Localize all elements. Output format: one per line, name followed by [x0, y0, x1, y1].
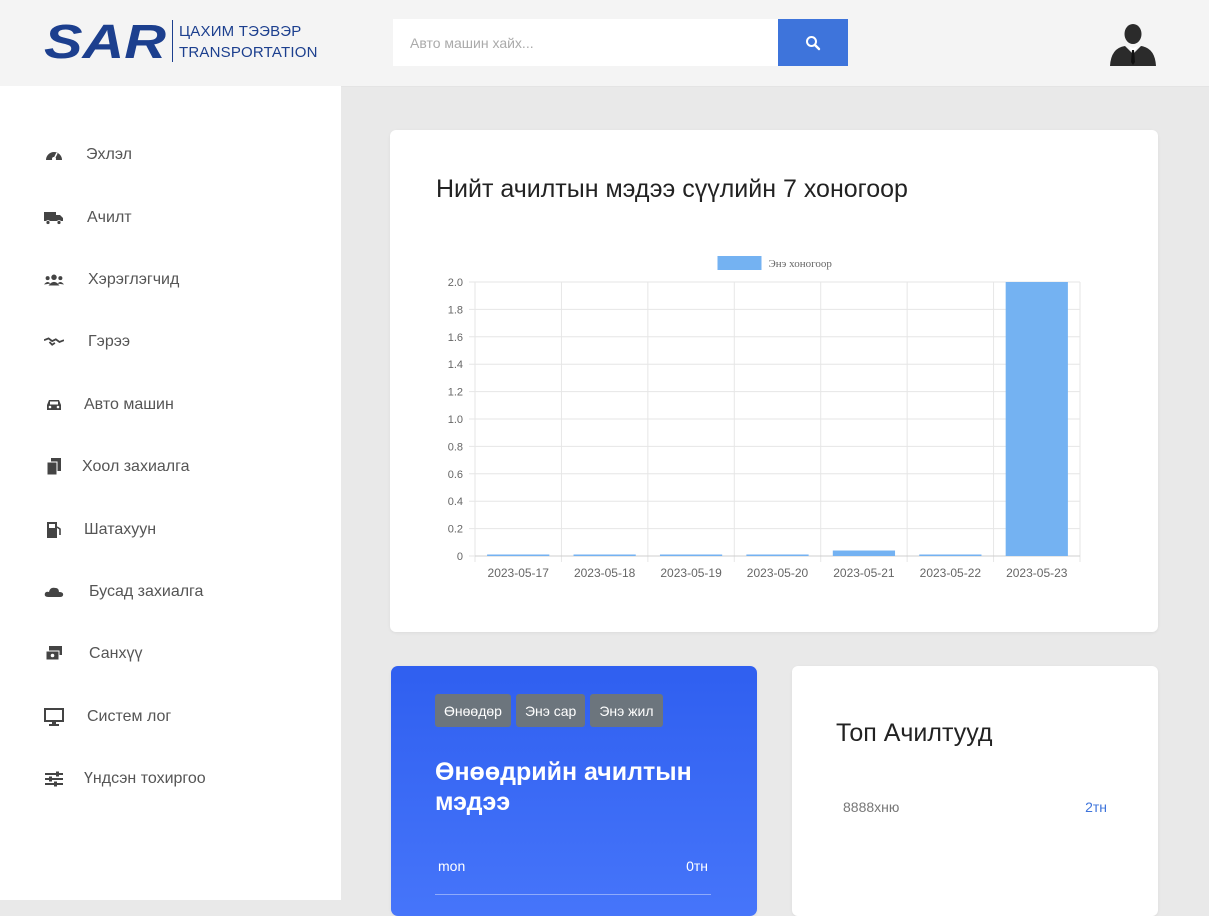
- logo-line-1: ЦАХИМ ТЭЭВЭР: [179, 23, 302, 40]
- search-input[interactable]: [393, 19, 778, 66]
- x-tick-label: 2023-05-19: [660, 566, 722, 580]
- bar: [487, 554, 550, 556]
- sidebar-nav: Эхлэл Ачилт Хэрэглэгчид Гэрээ Авто машин: [0, 124, 341, 810]
- weekly-shipments-chart: 0 0.2 0.4 0.6 0.8 1.0 1.2 1.4 1.6 1.8 2.0 2023-05-1…: [448, 256, 1081, 580]
- sidebar-item-label: Шатахуун: [84, 520, 157, 538]
- y-tick-label: 0.6: [448, 469, 463, 481]
- bar: [573, 554, 636, 556]
- money-icon: [44, 644, 64, 664]
- bar: [832, 550, 896, 556]
- today-card-title: Өнөөдрийн ачилтын мэдээ: [435, 758, 692, 816]
- users-icon: [44, 270, 64, 290]
- sidebar-item-label: Систем лог: [87, 707, 172, 725]
- x-tick-label: 2023-05-22: [920, 566, 982, 580]
- x-tick-label: 2023-05-20: [747, 566, 809, 580]
- sidebar-item-fuel[interactable]: Шатахуун: [0, 498, 341, 560]
- sidebar-item-food-orders[interactable]: Хоол захиалга: [0, 436, 341, 498]
- period-tabs: Өнөөдөр Энэ сар Энэ жил: [435, 694, 663, 727]
- tab-this-month[interactable]: Энэ сар: [515, 694, 586, 727]
- sidebar-item-system-log[interactable]: Систем лог: [0, 686, 341, 748]
- today-shipments-card: Өнөөдөр Энэ сар Энэ жил Өнөөдрийн ачилты…: [391, 666, 757, 916]
- item-name: mon: [438, 858, 466, 874]
- sidebar-item-label: Эхлэл: [86, 146, 132, 164]
- sidebar-item-label: Хэрэглэгчид: [88, 270, 180, 288]
- sidebar-item-label: Бусад захиалга: [89, 582, 204, 600]
- documents-icon: [44, 457, 64, 477]
- search-button[interactable]: [778, 19, 848, 66]
- top-shipments-card: Топ Ачилтууд 8888хню 2тн: [792, 666, 1158, 916]
- logo-divider: [172, 20, 173, 62]
- y-tick-label: 1.6: [448, 332, 463, 344]
- logo-line-2: TRANSPORTATION: [179, 44, 318, 61]
- monitor-icon: [44, 707, 64, 727]
- sidebar-item-label: Гэрээ: [88, 333, 131, 351]
- bar: [659, 554, 723, 556]
- sidebar-item-users[interactable]: Хэрэглэгчид: [0, 249, 341, 311]
- legend-swatch: [717, 256, 762, 270]
- x-tick-label: 2023-05-21: [833, 566, 895, 580]
- chart-card: Нийт ачилтын мэдээ сүүлийн 7 хоногоор 00…: [390, 130, 1158, 632]
- sidebar-item-label: Үндсэн тохиргоо: [84, 770, 206, 788]
- dashboard-gauge-icon: [44, 145, 64, 165]
- x-tick-label: 2023-05-18: [574, 566, 636, 580]
- sidebar-item-contracts[interactable]: Гэрээ: [0, 311, 341, 373]
- item-value: 0тн: [686, 858, 708, 874]
- y-tick-label: 1.0: [448, 414, 463, 426]
- y-tick-label: 0.8: [448, 441, 463, 453]
- logo-letters: SAR: [44, 20, 166, 60]
- sidebar-item-shipments[interactable]: Ачилт: [0, 186, 341, 248]
- y-tick-label: 1.4: [448, 359, 463, 371]
- handshake-icon: [44, 332, 64, 352]
- sidebar: SAR ЦАХИМ ТЭЭВЭР TRANSPORTATION Эхлэл Ач…: [0, 0, 342, 900]
- legend-label: Энэ хоногоор: [769, 258, 833, 270]
- item-name: 8888хню: [843, 799, 900, 815]
- topbar: [341, 0, 1209, 87]
- sliders-icon: [44, 769, 64, 789]
- list-item: mon 0тн: [438, 858, 708, 874]
- user-avatar-icon[interactable]: [1108, 20, 1158, 66]
- truck-icon: [44, 208, 64, 228]
- logo-mark-icon: SAR: [44, 20, 166, 60]
- divider: [435, 894, 711, 895]
- cloud-icon: [44, 582, 64, 602]
- x-tick-label: 2023-05-17: [488, 566, 550, 580]
- bar: [746, 554, 809, 556]
- y-tick-label: 0: [457, 551, 463, 563]
- sidebar-item-cars[interactable]: Авто машин: [0, 374, 341, 436]
- sidebar-item-label: Ачилт: [87, 208, 132, 226]
- y-tick-label: 2.0: [448, 277, 463, 289]
- list-item: 8888хню 2тн: [843, 799, 1107, 815]
- bar: [919, 554, 982, 556]
- sidebar-item-finance[interactable]: Санхүү: [0, 623, 341, 685]
- sidebar-item-settings[interactable]: Үндсэн тохиргоо: [0, 748, 341, 810]
- top-card-title: Топ Ачилтууд: [836, 719, 993, 747]
- sidebar-item-label: Санхүү: [89, 645, 143, 663]
- x-tick-label: 2023-05-23: [1006, 566, 1068, 580]
- sidebar-item-other-orders[interactable]: Бусад захиалга: [0, 561, 341, 623]
- tab-this-year[interactable]: Энэ жил: [590, 694, 663, 727]
- sidebar-item-label: Авто машин: [84, 395, 174, 413]
- sidebar-item-dashboard[interactable]: Эхлэл: [0, 124, 341, 186]
- logo[interactable]: SAR ЦАХИМ ТЭЭВЭР TRANSPORTATION: [0, 0, 342, 86]
- tab-today[interactable]: Өнөөдөр: [435, 694, 511, 727]
- item-value: 2тн: [1085, 799, 1107, 815]
- car-icon: [44, 395, 64, 415]
- sidebar-item-label: Хоол захиалга: [82, 458, 190, 476]
- gas-pump-icon: [44, 520, 64, 540]
- logo-text: ЦАХИМ ТЭЭВЭР TRANSPORTATION: [179, 21, 318, 63]
- y-tick-label: 0.2: [448, 524, 463, 536]
- y-tick-label: 1.2: [448, 387, 463, 399]
- y-tick-label: 1.8: [448, 304, 463, 316]
- search-icon: [806, 35, 821, 50]
- bar: [1005, 282, 1068, 556]
- y-tick-label: 0.4: [448, 496, 463, 508]
